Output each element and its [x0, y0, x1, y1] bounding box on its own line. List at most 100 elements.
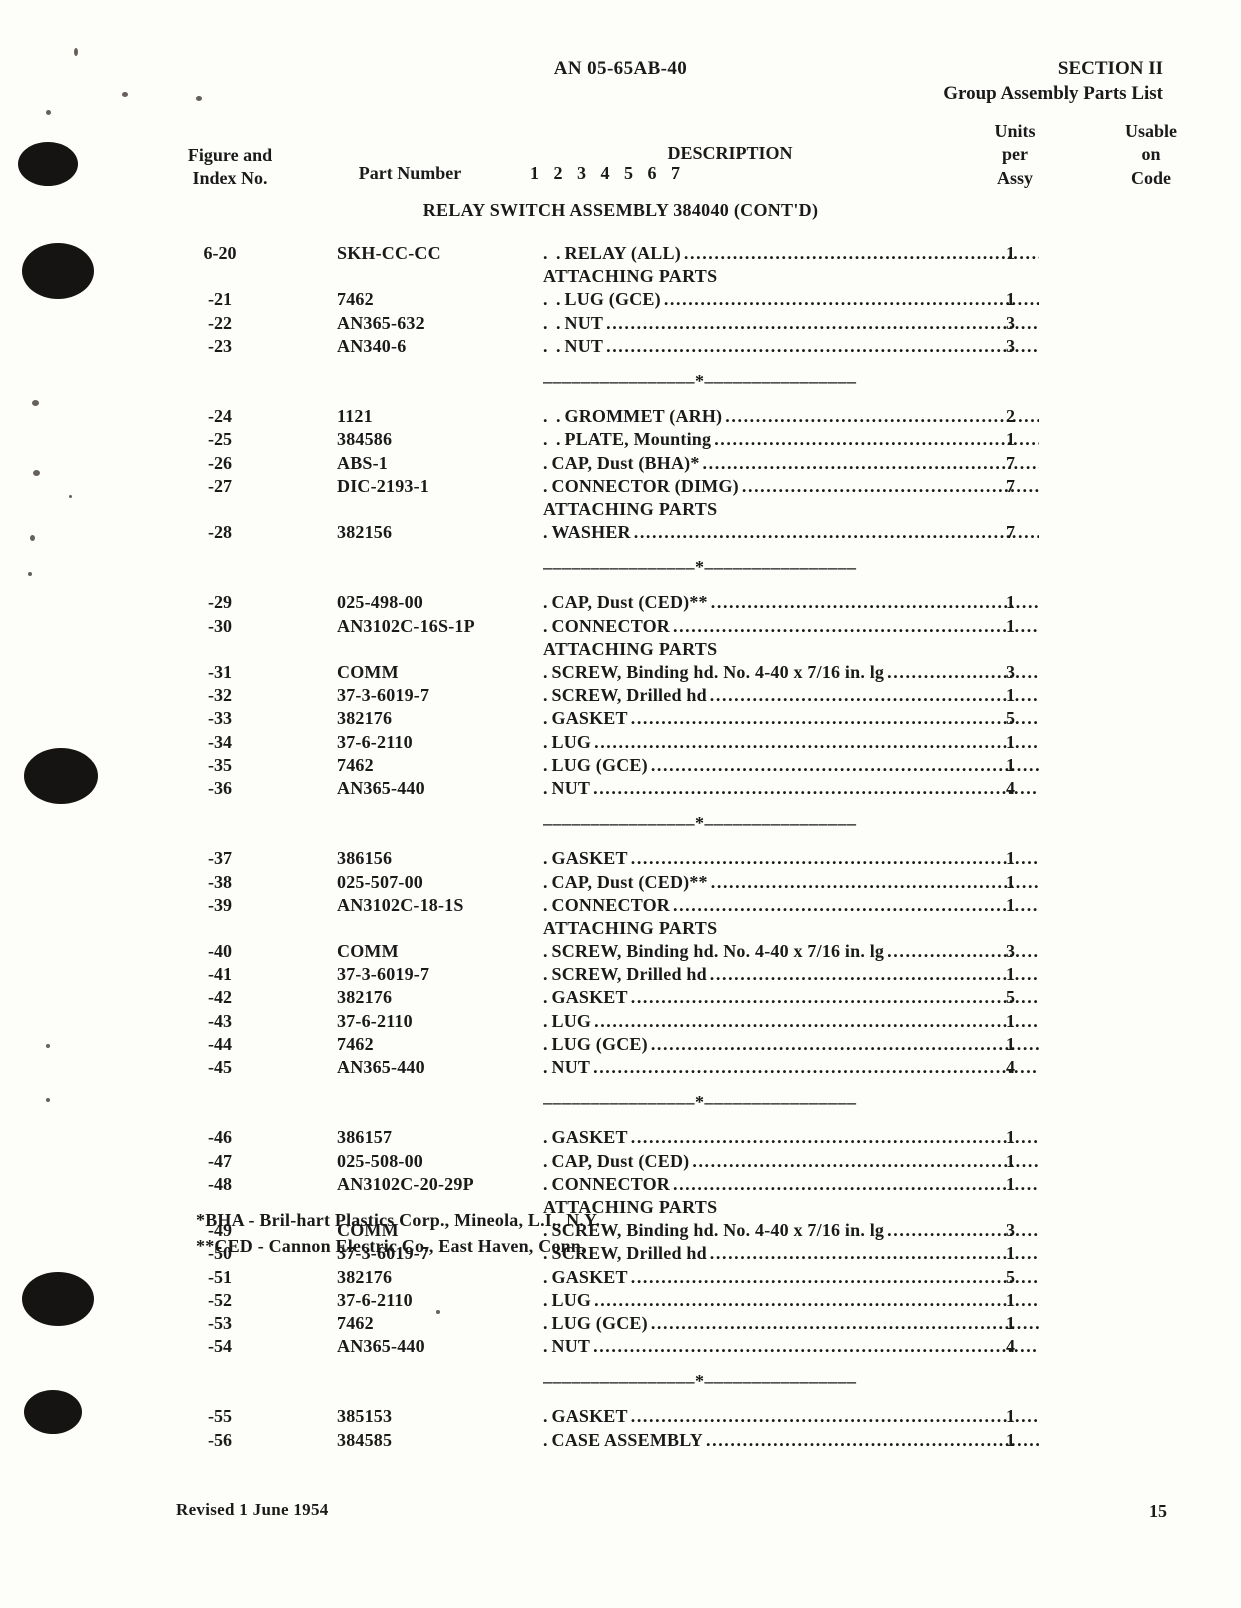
- table-row[interactable]: -54 AN365-440. NUT........................…: [0, 1336, 1241, 1359]
- dot-leader: ........................................…: [593, 778, 1039, 797]
- row-gap: [0, 836, 1241, 848]
- row-gap: [0, 801, 1241, 813]
- units-per-assy-value: 1: [1006, 685, 1015, 706]
- dashed-asterisk-separator: ––––––––––––––––*––––––––––––––––: [543, 370, 857, 391]
- table-row[interactable]: -32 37-3-6019-7. SCREW, Drilled hd........…: [0, 685, 1241, 708]
- description-text: LUG (GCE): [564, 289, 661, 310]
- indent-dots: .: [543, 592, 550, 613]
- description-text: WASHER: [551, 522, 631, 543]
- table-row[interactable]: -37 386156. GASKET........................…: [0, 848, 1241, 871]
- table-row[interactable]: -29 025-498-00. CAP, Dust (CED)**.........…: [0, 592, 1241, 615]
- indent-dots: . .: [543, 289, 563, 310]
- dot-leader: ........................................…: [650, 1034, 1039, 1053]
- part-number: 37-6-2110: [337, 1010, 413, 1031]
- table-row[interactable]: -38 025-507-00. CAP, Dust (CED)**.........…: [0, 872, 1241, 895]
- table-row[interactable]: -45 AN365-440. NUT........................…: [0, 1057, 1241, 1080]
- part-number: 382156: [337, 522, 393, 543]
- description-cell: . . NUT..................................…: [543, 313, 1041, 334]
- description-cell: . CASE ASSEMBLY..........................…: [543, 1430, 1041, 1451]
- table-row[interactable]: -34 37-6-2110. LUG........................…: [0, 732, 1241, 755]
- indent-dots: .: [543, 615, 550, 636]
- part-number: AN365-440: [337, 1336, 425, 1357]
- table-row[interactable]: -42 382176. GASKET........................…: [0, 987, 1241, 1010]
- part-number: AN3102C-18-1S: [337, 894, 464, 915]
- dot-leader: ........................................…: [683, 244, 1039, 262]
- figure-index-number: -46: [208, 1127, 232, 1148]
- table-row[interactable]: -47 025-508-00. CAP, Dust (CED)...........…: [0, 1151, 1241, 1174]
- description-cell: . CAP, Dust (BHA)*.......................…: [543, 453, 1041, 474]
- table-row[interactable]: -26 ABS-1. CAP, Dust (BHA)*...............…: [0, 453, 1241, 476]
- table-row[interactable]: -36 AN365-440. NUT........................…: [0, 778, 1241, 801]
- table-row[interactable]: -44 7462. LUG (GCE).......................…: [0, 1034, 1241, 1057]
- part-number: 7462: [337, 1312, 374, 1333]
- revision-date: Revised 1 June 1954: [176, 1500, 329, 1519]
- table-row[interactable]: -41 37-3-6019-7. SCREW, Drilled hd........…: [0, 964, 1241, 987]
- dot-leader: ........................................…: [672, 616, 1039, 635]
- description-cell: . LUG....................................…: [543, 732, 1041, 753]
- description-cell: . NUT....................................…: [543, 778, 1041, 799]
- units-per-assy-value: 1: [1006, 848, 1015, 869]
- table-row[interactable]: 6-20 SKH-CC-CC . . RELAY (ALL).............…: [0, 243, 1241, 266]
- table-row[interactable]: -25 384586 . . PLATE, Mounting.............…: [0, 429, 1241, 452]
- dot-leader: ........................................…: [594, 732, 1039, 751]
- indent-dots: . .: [543, 312, 563, 333]
- dot-leader: ........................................…: [709, 965, 1039, 984]
- indent-dots: .: [543, 987, 550, 1008]
- table-row[interactable]: -30 AN3102C-16S-1P. CONNECTOR.............…: [0, 616, 1241, 639]
- attaching-parts-subheading-row: ATTACHING PARTS: [0, 1197, 1241, 1220]
- table-row[interactable]: -28 382156. WASHER........................…: [0, 522, 1241, 545]
- table-row[interactable]: -46 386157. GASKET........................…: [0, 1127, 1241, 1150]
- part-number: AN3102C-16S-1P: [337, 615, 475, 636]
- description-text: GASKET: [551, 708, 628, 729]
- table-row[interactable]: -48 AN3102C-20-29P. CONNECTOR.............…: [0, 1174, 1241, 1197]
- description-text: LUG: [551, 731, 592, 752]
- indent-dots: .: [543, 871, 550, 892]
- description-cell: . GASKET.................................…: [543, 1267, 1041, 1288]
- table-row[interactable]: -21 7462 . . LUG (GCE).....................…: [0, 289, 1241, 312]
- part-number: SKH-CC-CC: [337, 243, 441, 263]
- table-row[interactable]: -27 DIC-2193-1. CONNECTOR (DIMG)..........…: [0, 476, 1241, 499]
- attaching-parts-label: ATTACHING PARTS: [543, 638, 718, 659]
- table-row[interactable]: -56 384585. CASE ASSEMBLY.................…: [0, 1430, 1241, 1453]
- table-row[interactable]: -35 7462. LUG (GCE).......................…: [0, 755, 1241, 778]
- description-text: SCREW, Binding hd. No. 4-40 x 7/16 in. l…: [551, 941, 885, 962]
- indent-dots: .: [543, 522, 550, 543]
- table-row[interactable]: -53 7462. LUG (GCE).......................…: [0, 1313, 1241, 1336]
- description-cell: . NUT....................................…: [543, 1336, 1041, 1357]
- part-number: AN365-632: [337, 312, 425, 333]
- description-cell: . GASKET.................................…: [543, 1406, 1041, 1427]
- table-row[interactable]: -31 COMM. SCREW, Binding hd. No. 4-40 x 7/…: [0, 662, 1241, 685]
- table-row[interactable]: -52 37-6-2110. LUG........................…: [0, 1290, 1241, 1313]
- table-row[interactable]: -49 COMM. SCREW, Binding hd. No. 4-40 x 7/…: [0, 1220, 1241, 1243]
- column-header-units-per-assy: Units per Assy: [960, 120, 1070, 190]
- table-row[interactable]: -23 AN340-6 . . NUT........................…: [0, 336, 1241, 359]
- description-cell: . SCREW, Drilled hd......................…: [543, 685, 1041, 706]
- table-row[interactable]: -43 37-6-2110. LUG........................…: [0, 1011, 1241, 1034]
- description-cell: . CONNECTOR..............................…: [543, 1174, 1041, 1195]
- dot-leader: ........................................…: [741, 476, 1039, 495]
- table-row[interactable]: -40 COMM. SCREW, Binding hd. No. 4-40 x 7/…: [0, 941, 1241, 964]
- group-separator-row: ––––––––––––––––*––––––––––––––––: [0, 1092, 1241, 1115]
- indent-dots: .: [543, 452, 550, 473]
- table-row[interactable]: -22 AN365-632 . . NUT......................…: [0, 313, 1241, 336]
- description-cell: . SCREW, Drilled hd......................…: [543, 964, 1041, 985]
- indent-dots: .: [543, 731, 550, 752]
- part-number: 382176: [337, 708, 393, 729]
- figure-index-number: -28: [208, 522, 232, 543]
- table-row[interactable]: -50 37-3-6019-7. SCREW, Drilled hd........…: [0, 1243, 1241, 1266]
- figure-index-number: -35: [208, 754, 232, 775]
- table-row[interactable]: -24 1121 . . GROMMET (ARH).................…: [0, 406, 1241, 429]
- table-row[interactable]: -55 385153. GASKET........................…: [0, 1406, 1241, 1429]
- table-row[interactable]: -39 AN3102C-18-1S. CONNECTOR..............…: [0, 895, 1241, 918]
- part-number: AN365-440: [337, 1057, 425, 1077]
- description-text: LUG (GCE): [551, 1033, 648, 1054]
- figure-index-number: -45: [208, 1057, 232, 1077]
- description-cell: . GASKET.................................…: [543, 848, 1041, 869]
- indent-dots: .: [543, 777, 550, 798]
- table-row[interactable]: -33 382176. GASKET........................…: [0, 708, 1241, 731]
- table-row[interactable]: -51 382176. GASKET........................…: [0, 1267, 1241, 1290]
- description-text: CONNECTOR: [551, 894, 670, 915]
- description-cell: . CAP, Dust (CED)**......................…: [543, 872, 1041, 893]
- scan-speck: [74, 48, 78, 56]
- row-gap: [0, 580, 1241, 592]
